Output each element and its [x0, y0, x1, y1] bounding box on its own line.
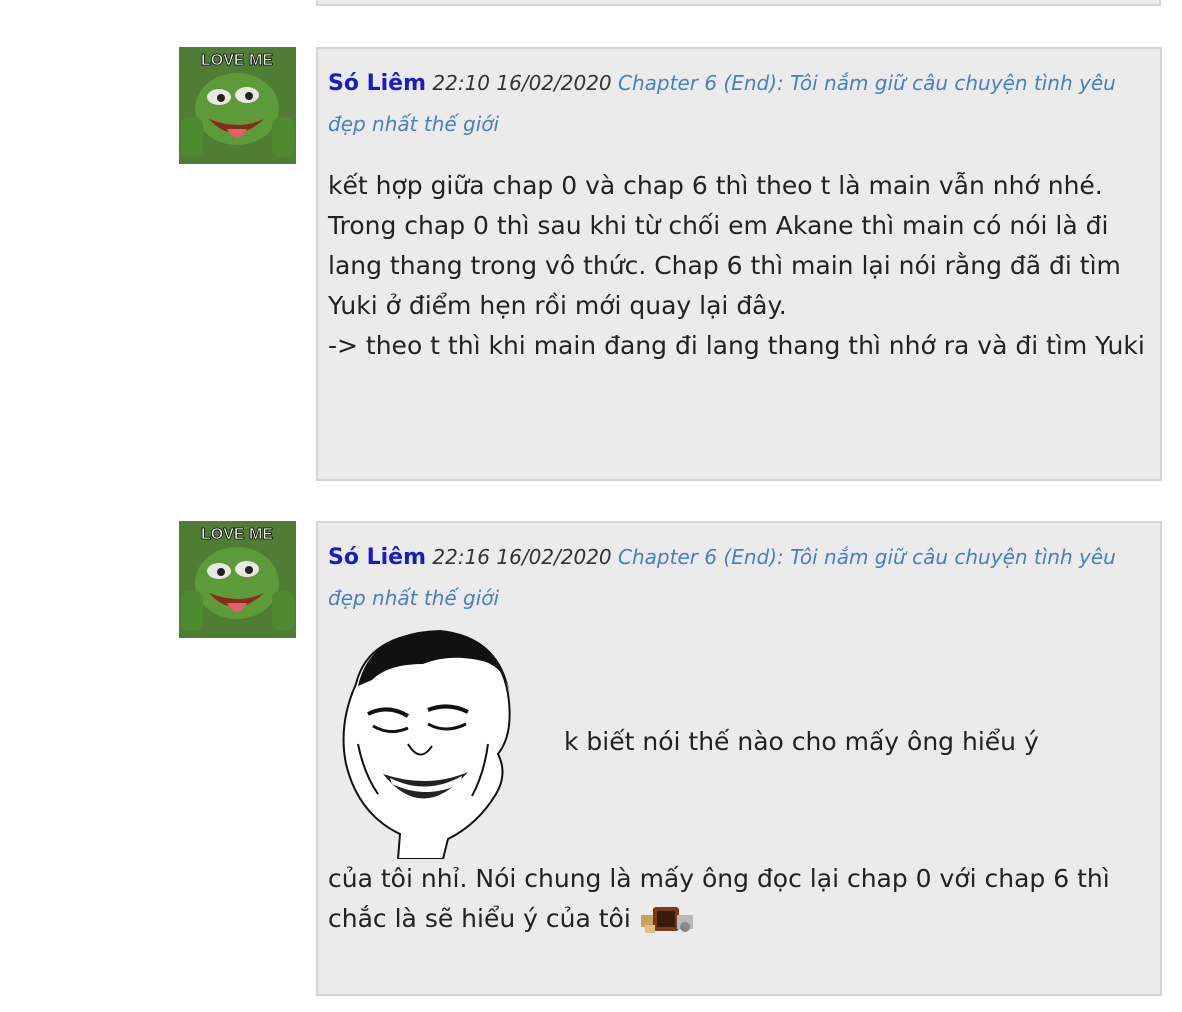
meme-caption-text: k biết nói thế nào cho mấy ông hiểu ý: [564, 727, 1039, 756]
avatar-caption: LOVE ME: [201, 526, 273, 543]
comment-body: kết hợp giữa chap 0 và chap 6 thì theo t…: [328, 166, 1148, 366]
comment-tail-text: của tôi nhỉ. Nói chung là mấy ông đọc lạ…: [328, 864, 1110, 933]
comment-meta: Só Liêm 22:10 16/02/2020 Chapter 6 (End)…: [328, 63, 1138, 144]
comment-bubble: Só Liêm 22:16 16/02/2020 Chapter 6 (End)…: [316, 521, 1162, 996]
avatar-caption: LOVE ME: [201, 52, 273, 69]
comment-line: kết hợp giữa chap 0 và chap 6 thì theo t…: [328, 171, 1103, 200]
comment-bubble: Só Liêm 22:10 16/02/2020 Chapter 6 (End)…: [316, 47, 1162, 481]
comment-time: 22:16 16/02/2020: [432, 545, 612, 569]
pixel-emoji-icon: [640, 907, 693, 933]
comment-body: của tôi nhỉ. Nói chung là mấy ông đọc lạ…: [328, 859, 1148, 939]
author-link[interactable]: Só Liêm: [328, 545, 426, 570]
pepe-love-me-avatar-icon[interactable]: LOVE ME: [179, 47, 296, 164]
pepe-love-me-avatar-icon[interactable]: LOVE ME: [179, 521, 296, 638]
comment-time: 22:10 16/02/2020: [432, 71, 612, 95]
comment-line: -> theo t thì khi main đang đi lang than…: [328, 331, 1145, 360]
previous-comment-bubble: [316, 0, 1161, 6]
yao-ming-laughing-face-icon: [342, 630, 511, 859]
meme-row: k biết nói thế nào cho mấy ông hiểu ý: [328, 624, 1150, 859]
comment-meta: Só Liêm 22:16 16/02/2020 Chapter 6 (End)…: [328, 537, 1138, 618]
author-link[interactable]: Só Liêm: [328, 71, 426, 96]
comment-line: Trong chap 0 thì sau khi từ chối em Akan…: [328, 211, 1121, 320]
